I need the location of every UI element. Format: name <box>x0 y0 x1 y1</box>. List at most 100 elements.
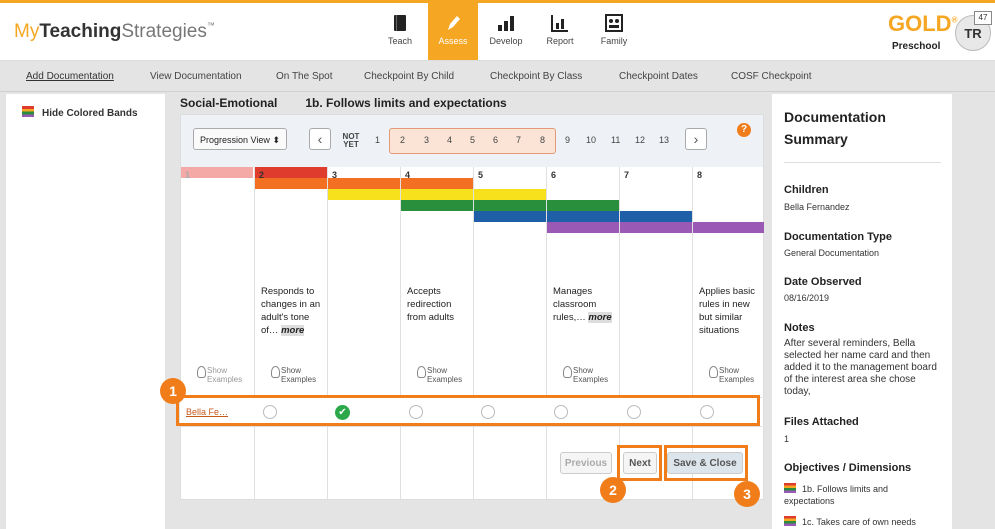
chevron-right-icon: › <box>693 131 699 147</box>
progression-controls: Progression View ⬍ ‹ NOT YET 1 2 3 4 5 6 … <box>181 115 763 167</box>
top-bar: MyTeachingStrategies™ Teach Assess Devel… <box>0 3 995 61</box>
help-icon[interactable]: ? <box>737 123 751 137</box>
color-bands-icon <box>22 106 34 117</box>
nav-label: Teach <box>387 36 413 46</box>
column-number: 7 <box>624 170 630 180</box>
updown-icon: ⬍ <box>272 135 280 145</box>
band-blue <box>547 211 619 222</box>
lightbulb-icon <box>271 366 280 378</box>
hide-bands-label: Hide Colored Bands <box>42 108 138 119</box>
show-examples-link[interactable]: Show Examples <box>563 366 608 384</box>
subnav-cosf-checkpoint[interactable]: COSF Checkpoint <box>731 71 812 82</box>
column-number: 1 <box>185 170 191 180</box>
show-examples-link[interactable]: Show Examples <box>197 366 242 384</box>
highlight-save-close <box>664 445 748 481</box>
level-4[interactable]: 4 <box>447 135 452 145</box>
show-examples-link[interactable]: Show Examples <box>271 366 316 384</box>
level-2[interactable]: 2 <box>400 135 405 145</box>
summary-title: Documentation Summary <box>784 109 886 147</box>
subnav-checkpoint-by-child[interactable]: Checkpoint By Child <box>364 71 454 82</box>
band-yellow <box>474 189 546 200</box>
band-blue <box>620 211 692 222</box>
callout-3: 3 <box>734 481 760 507</box>
level-column-4: 4 Accepts redirection from adults Show E… <box>400 167 473 499</box>
nav-teach[interactable]: Teach <box>375 3 425 60</box>
book-icon <box>394 15 406 31</box>
level-3[interactable]: 3 <box>424 135 429 145</box>
nav-label: Assess <box>438 36 468 46</box>
level-11[interactable]: 11 <box>611 135 620 145</box>
band-green <box>474 200 546 211</box>
band-blue <box>474 211 546 222</box>
callout-2: 2 <box>600 477 626 503</box>
more-link[interactable]: more <box>588 312 612 323</box>
level-column-6: 6 Manages classroom rules,… more Show Ex… <box>546 167 619 499</box>
subnav-view-documentation[interactable]: View Documentation <box>150 71 242 82</box>
band-red <box>255 167 327 178</box>
column-number: 3 <box>332 170 338 180</box>
band-pink <box>181 167 253 178</box>
page-heading: Social-Emotional 1b. Follows limits and e… <box>180 96 507 110</box>
nav-report[interactable]: Report <box>535 3 585 60</box>
sub-navigation: Add Documentation View Documentation On … <box>0 61 995 92</box>
nav-label: Develop <box>489 36 523 46</box>
level-column-1: 1 Show Examples <box>181 167 253 499</box>
nav-assess[interactable]: Assess <box>428 3 478 60</box>
date-value: 08/16/2019 <box>784 293 830 303</box>
level-description: Manages classroom rules,… more <box>553 286 612 323</box>
files-value: 1 <box>784 434 790 444</box>
children-heading: Children <box>784 184 829 196</box>
notification-badge[interactable]: 47 <box>974 11 992 25</box>
brand-logo[interactable]: MyTeachingStrategies™ <box>14 21 215 43</box>
nav-label: Report <box>546 36 574 46</box>
divider <box>784 162 941 163</box>
level-1[interactable]: 1 <box>375 135 380 145</box>
level-9[interactable]: 9 <box>565 135 570 145</box>
column-number: 6 <box>551 170 557 180</box>
highlight-next <box>617 445 662 481</box>
view-select[interactable]: Progression View ⬍ <box>193 128 287 150</box>
level-8[interactable]: 8 <box>540 135 545 145</box>
objective-item: 1c. Takes care of own needs <box>784 516 944 528</box>
band-yellow <box>401 189 473 200</box>
highlight-child-row <box>176 395 760 426</box>
nav-develop[interactable]: Develop <box>481 3 531 60</box>
column-number: 8 <box>697 170 703 180</box>
show-examples-link[interactable]: Show Examples <box>417 366 462 384</box>
color-bands-icon <box>784 483 796 493</box>
show-examples-link[interactable]: Show Examples <box>709 366 754 384</box>
lightbulb-icon <box>417 366 426 378</box>
level-description: Applies basic rules in new but similar s… <box>699 286 755 336</box>
level-12[interactable]: 12 <box>635 135 645 145</box>
subnav-checkpoint-dates[interactable]: Checkpoint Dates <box>619 71 698 82</box>
subnav-checkpoint-by-class[interactable]: Checkpoint By Class <box>490 71 582 82</box>
level-5[interactable]: 5 <box>470 135 475 145</box>
level-label: Preschool <box>892 41 941 52</box>
not-yet-label[interactable]: NOT YET <box>341 133 361 149</box>
hide-colored-bands-toggle[interactable]: Hide Colored Bands <box>22 106 138 119</box>
level-10[interactable]: 10 <box>586 135 596 145</box>
gold-logo: GOLD® <box>888 11 958 36</box>
progression-panel: Progression View ⬍ ‹ NOT YET 1 2 3 4 5 6 … <box>180 114 764 500</box>
next-level-button[interactable]: › <box>685 128 707 150</box>
band-green <box>547 200 619 211</box>
area-title: Social-Emotional <box>180 96 278 110</box>
bars-icon <box>498 16 514 31</box>
doctype-heading: Documentation Type <box>784 231 892 243</box>
notes-heading: Notes <box>784 322 815 334</box>
band-green <box>401 200 473 211</box>
prev-level-button[interactable]: ‹ <box>309 128 331 150</box>
subnav-on-the-spot[interactable]: On The Spot <box>276 71 333 82</box>
view-select-value: Progression View <box>200 135 270 145</box>
level-6[interactable]: 6 <box>493 135 498 145</box>
previous-button[interactable]: Previous <box>560 452 612 474</box>
documentation-summary-panel: Documentation Summary Children Bella Fer… <box>772 94 952 529</box>
subnav-add-documentation[interactable]: Add Documentation <box>26 71 114 82</box>
objective-item: 1b. Follows limits and expectations <box>784 483 889 506</box>
nav-family[interactable]: Family <box>589 3 639 60</box>
files-heading: Files Attached <box>784 416 859 428</box>
more-link[interactable]: more <box>281 325 305 336</box>
level-7[interactable]: 7 <box>516 135 521 145</box>
band-orange <box>401 178 473 189</box>
level-13[interactable]: 13 <box>659 135 669 145</box>
